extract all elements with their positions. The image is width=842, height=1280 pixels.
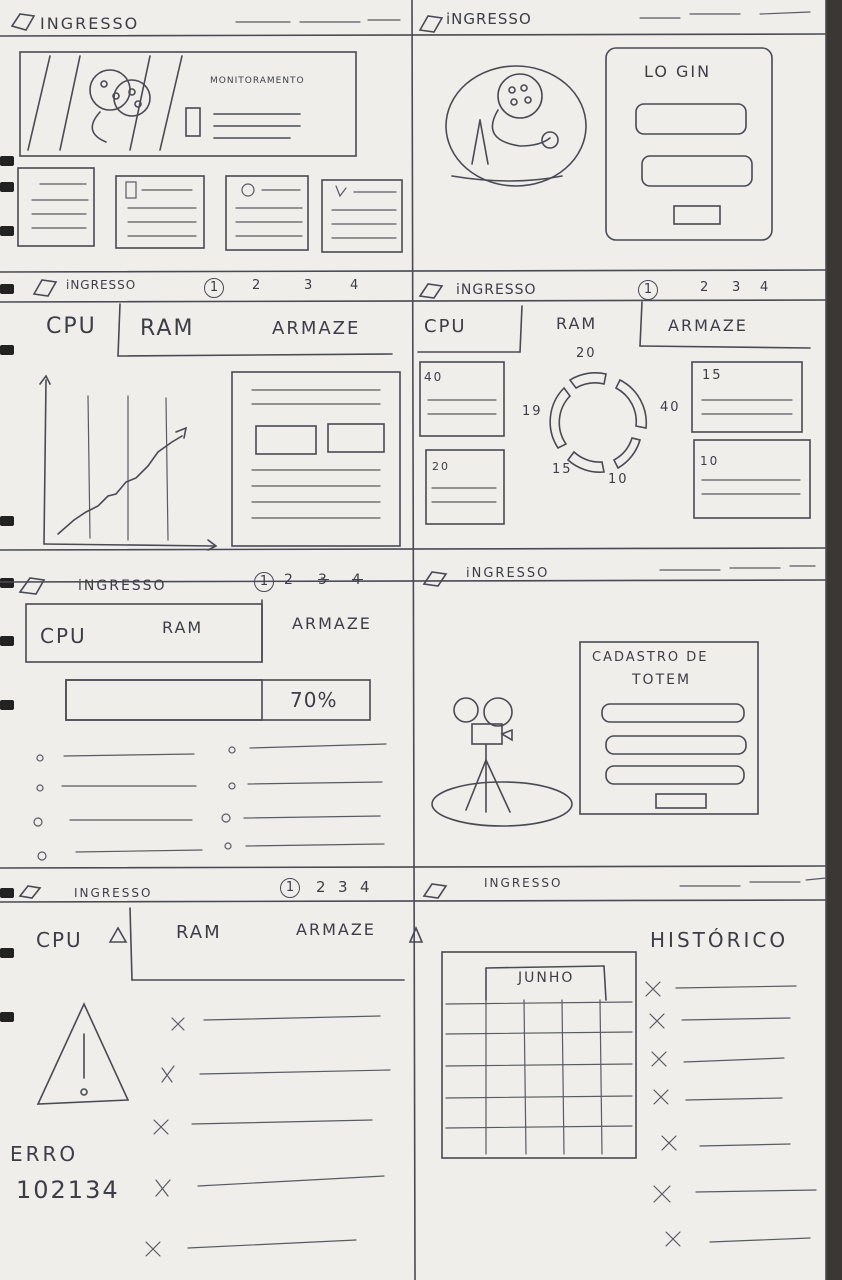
p1-banner <box>19 51 357 157</box>
page-1[interactable]: 1 <box>280 878 300 898</box>
p3-tab-armaze[interactable]: ARMAZE <box>272 318 360 339</box>
row-divider <box>0 865 827 869</box>
p7-tab-ram[interactable]: RAM <box>176 922 222 943</box>
p4-tab-ram[interactable]: RAM <box>556 314 597 333</box>
logo-icons <box>10 13 448 899</box>
row-divider <box>0 547 827 551</box>
p6-submit-button <box>655 793 707 809</box>
p4-logo[interactable]: iNGRESSO <box>456 282 537 298</box>
p4-card-value: 10 <box>700 454 720 468</box>
page-1[interactable]: 1 <box>254 572 274 592</box>
p4-cards <box>419 361 811 525</box>
p1-logo[interactable]: INGRESSO <box>40 14 139 33</box>
p4-card-value: 20 <box>432 460 450 473</box>
p7-error-list <box>145 1015 391 1257</box>
p5-tab-cpu[interactable]: CPU <box>40 624 87 648</box>
p3-line-chart <box>39 374 218 551</box>
p6-projector <box>431 697 573 827</box>
page-2[interactable]: 2 <box>284 572 295 588</box>
row1-header-line <box>0 33 827 37</box>
p7-tab-armaze[interactable]: ARMAZE <box>296 920 376 939</box>
p2-login-title: LO GIN <box>644 62 712 81</box>
header-dashes <box>235 11 827 887</box>
p8-logo[interactable]: INGRESSO <box>484 876 562 890</box>
p7-tabs <box>129 907 405 981</box>
p3-tab-ram[interactable]: RAM <box>140 316 194 341</box>
p4-tab-cpu[interactable]: CPU <box>424 316 467 337</box>
page-4[interactable]: 4 <box>352 572 363 588</box>
page-4[interactable]: 4 <box>350 278 360 293</box>
p8-history-title: HISTÓRICO <box>650 928 789 952</box>
p4-tab-armaze[interactable]: ARMAZE <box>668 316 748 335</box>
page-2[interactable]: 2 <box>700 280 710 295</box>
p5-usage-percent: 70% <box>290 688 338 712</box>
page-1[interactable]: 1 <box>638 280 658 300</box>
p2-logo[interactable]: iNGRESSO <box>446 10 532 28</box>
p7-logo[interactable]: INGRESSO <box>74 886 152 900</box>
page-3[interactable]: 3 <box>338 878 350 896</box>
p1-banner-title: MONITORAMENTO <box>210 76 305 86</box>
donut-label: 19 <box>522 404 543 419</box>
p5-list <box>33 743 387 861</box>
vertical-divider <box>411 0 416 1280</box>
row4-header-line <box>0 899 827 903</box>
p4-tabs <box>417 301 811 353</box>
row-divider <box>0 269 827 273</box>
p5-logo[interactable]: iNGRESSO <box>78 578 167 594</box>
p6-logo[interactable]: iNGRESSO <box>466 566 549 581</box>
donut-label: 40 <box>660 400 681 415</box>
p5-tab-ram[interactable]: RAM <box>162 618 203 637</box>
p8-calendar-month[interactable]: JUNHO <box>518 970 574 986</box>
page-3[interactable]: 3 <box>304 278 314 293</box>
page-2[interactable]: 2 <box>316 878 328 896</box>
p3-logo[interactable]: iNGRESSO <box>66 278 136 292</box>
p7-tab-cpu[interactable]: CPU <box>36 928 83 952</box>
page-4[interactable]: 4 <box>360 878 372 896</box>
p3-tab-cpu[interactable]: CPU <box>46 314 97 339</box>
p5-usage-bar-fill <box>65 679 263 721</box>
p5-tab-armaze[interactable]: ARMAZE <box>292 614 372 633</box>
p7-error-code: 102134 <box>16 1176 120 1204</box>
donut-label: 10 <box>608 472 629 487</box>
donut-label: 20 <box>576 346 597 361</box>
p4-card-value: 40 <box>424 370 444 384</box>
page-3[interactable]: 3 <box>318 572 329 588</box>
donut-label: 15 <box>552 462 573 477</box>
wireframe-sketch <box>0 0 827 1280</box>
p6-form-title: CADASTRO DE <box>592 650 709 665</box>
page-1[interactable]: 1 <box>204 278 224 298</box>
p1-cards <box>17 167 403 253</box>
row2-header-line <box>0 299 827 303</box>
page-3[interactable]: 3 <box>732 280 742 295</box>
page-2[interactable]: 2 <box>252 278 262 293</box>
p6-form <box>579 641 759 815</box>
p4-donut-chart <box>549 371 648 473</box>
p3-details-card <box>231 371 401 547</box>
p4-card-value: 15 <box>702 368 723 383</box>
page-4[interactable]: 4 <box>760 280 770 295</box>
p8-history-list <box>645 981 817 1247</box>
p2-illustration <box>445 65 587 187</box>
p6-form-subtitle: TOTEM <box>632 672 692 688</box>
p7-error-label: ERRO <box>10 1142 79 1166</box>
